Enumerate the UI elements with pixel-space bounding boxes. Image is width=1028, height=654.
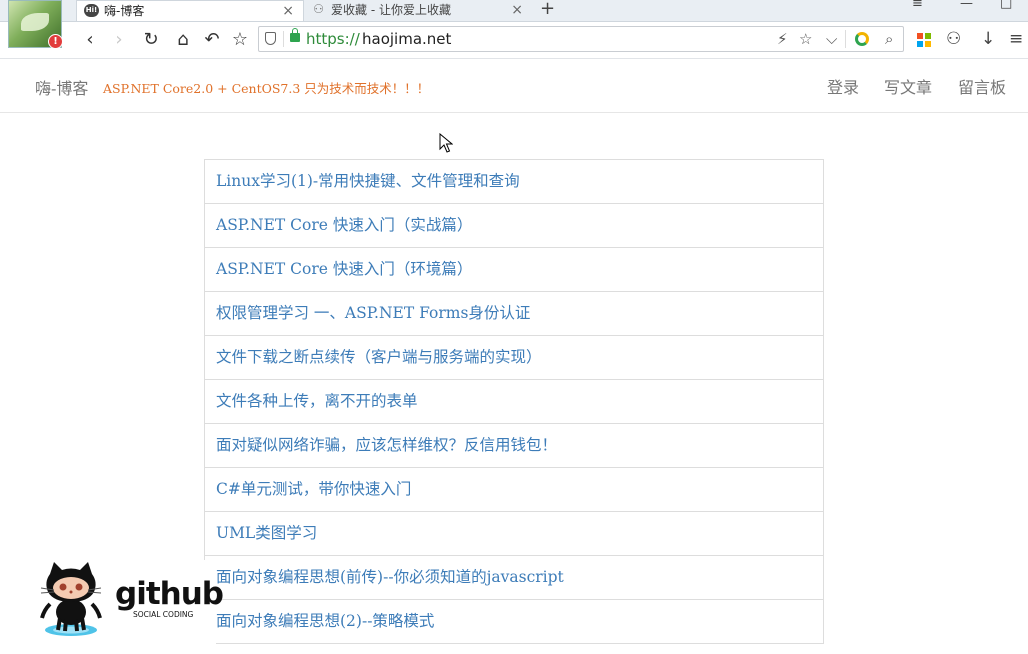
- github-wordmark: github: [115, 576, 224, 612]
- lightning-icon[interactable]: ⚡: [777, 30, 788, 48]
- article-list: Linux学习(1)-常用快捷键、文件管理和查询 ASP.NET Core 快速…: [204, 159, 824, 644]
- tab-aishoucang[interactable]: ⚇ 爱收藏 - 让你爱上收藏 ×: [304, 0, 532, 21]
- new-tab-button[interactable]: +: [540, 0, 555, 19]
- user-avatar[interactable]: !: [8, 0, 63, 49]
- undo-close-icon[interactable]: ↶: [201, 29, 223, 50]
- guestbook-link[interactable]: 留言板: [958, 74, 1006, 98]
- search-engine-icon[interactable]: [855, 32, 869, 46]
- tab-haojima[interactable]: Hi! 嗨-博客 ×: [76, 0, 304, 21]
- forward-icon[interactable]: ›: [108, 29, 130, 50]
- site-slogan: ASP.NET Core2.0 + CentOS7.3 只为技术而技术！！！: [103, 81, 430, 96]
- article-link[interactable]: C#单元测试，带你快速入门: [205, 468, 823, 512]
- apps-grid-icon[interactable]: [917, 33, 931, 47]
- user-icon: ⚇: [313, 2, 324, 16]
- write-article-link[interactable]: 写文章: [884, 74, 932, 98]
- menu-icon[interactable]: ≡: [1009, 29, 1023, 49]
- github-badge[interactable]: github SOCIAL CODING: [16, 560, 224, 654]
- address-bar[interactable]: https:// haojima.net ⚡ ☆ ⌵ ⌕: [258, 26, 904, 52]
- article-link[interactable]: Linux学习(1)-常用快捷键、文件管理和查询: [205, 160, 823, 204]
- maximize-icon[interactable]: □: [1000, 0, 1012, 11]
- tab-title: 爱收藏 - 让你爱上收藏: [331, 3, 451, 17]
- article-link[interactable]: ASP.NET Core 快速入门（环境篇）: [205, 248, 823, 292]
- download-icon[interactable]: ↓: [981, 29, 995, 49]
- divider: [283, 31, 284, 47]
- back-icon[interactable]: ‹: [79, 29, 101, 50]
- lock-icon[interactable]: [290, 28, 300, 42]
- article-link[interactable]: 文件下载之断点续传（客户端与服务端的实现）: [205, 336, 823, 380]
- avatar-image: [21, 13, 49, 31]
- menu-icon[interactable]: ≡: [912, 0, 923, 11]
- divider: [845, 30, 846, 48]
- search-icon[interactable]: ⌕: [885, 30, 893, 48]
- bookmark-star-icon[interactable]: ☆: [799, 30, 812, 48]
- article-link[interactable]: 面向对象编程思想(2)--策略模式: [205, 600, 823, 644]
- mouse-cursor-icon: [439, 133, 453, 153]
- home-icon[interactable]: ⌂: [172, 29, 194, 50]
- url-scheme: https://: [306, 30, 360, 48]
- shield-icon[interactable]: [265, 32, 276, 45]
- article-link[interactable]: 面对疑似网络诈骗，应该怎样维权？反信用钱包！: [205, 424, 823, 468]
- close-tab-icon[interactable]: ×: [511, 0, 523, 20]
- site-header: 嗨-博客 ASP.NET Core2.0 + CentOS7.3 只为技术而技术…: [0, 59, 1028, 113]
- favorite-star-icon[interactable]: ☆: [229, 29, 251, 50]
- reload-icon[interactable]: ↻: [140, 29, 162, 50]
- site-brand[interactable]: 嗨-博客: [35, 75, 88, 99]
- browser-toolbar: ‹ › ↻ ⌂ ↶ ☆ https:// haojima.net ⚡ ☆ ⌵ ⌕…: [0, 22, 1028, 59]
- close-tab-icon[interactable]: ×: [282, 1, 294, 21]
- chevron-down-icon[interactable]: ⌵: [826, 30, 837, 48]
- notification-badge: !: [48, 34, 63, 49]
- tab-strip: ! Hi! 嗨-博客 × ⚇ 爱收藏 - 让你爱上收藏 × + ≡ — □: [0, 0, 1028, 49]
- tab-title: 嗨-博客: [104, 4, 145, 18]
- user-icon[interactable]: ⚇: [946, 29, 961, 49]
- article-link[interactable]: 权限管理学习 一、ASP.NET Forms身份认证: [205, 292, 823, 336]
- login-link[interactable]: 登录: [827, 74, 859, 98]
- url-host: haojima.net: [362, 30, 452, 48]
- article-link[interactable]: 面向对象编程思想(前传)--你必须知道的javascript: [205, 556, 823, 600]
- minimize-icon[interactable]: —: [960, 0, 973, 11]
- github-tagline: SOCIAL CODING: [133, 610, 194, 619]
- article-link[interactable]: UML类图学习: [205, 512, 823, 556]
- article-link[interactable]: ASP.NET Core 快速入门（实战篇）: [205, 204, 823, 248]
- octocat-icon: [40, 562, 102, 636]
- article-link[interactable]: 文件各种上传，离不开的表单: [205, 380, 823, 424]
- chat-bubble-icon: Hi!: [84, 4, 99, 17]
